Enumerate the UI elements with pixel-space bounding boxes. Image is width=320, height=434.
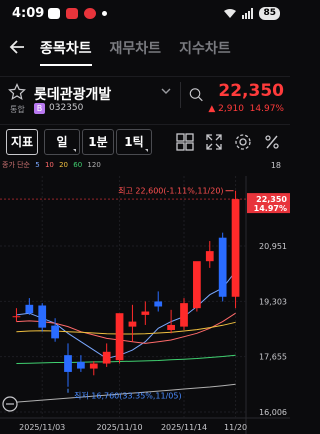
current-price: 22,350	[218, 81, 284, 101]
x-tick-label: 11/20	[224, 423, 247, 432]
period-minute-button[interactable]: 1분	[82, 129, 114, 155]
candle-body	[115, 313, 124, 361]
battery-icon: 85	[259, 7, 280, 20]
tab-stock-chart[interactable]: 종목차트	[40, 38, 92, 66]
ma-legend-120: 120	[87, 161, 101, 169]
layout-grid-icon[interactable]	[175, 132, 195, 152]
x-tick-label: 2025/11/10	[97, 423, 143, 432]
favorite-star-icon[interactable]	[8, 83, 26, 101]
stock-header: 롯데관광개발 통합 B 032350 22,350 ▲ 2,910 14.97%	[0, 76, 290, 120]
ma-legend-5: 5	[35, 161, 40, 169]
candle-body	[218, 237, 227, 297]
price-change: ▲ 2,910 14.97%	[208, 104, 284, 114]
candle-body	[167, 324, 175, 330]
candle-body	[128, 321, 137, 327]
candle-body	[205, 251, 214, 262]
candle-body	[193, 261, 201, 309]
notification-icons	[48, 8, 107, 19]
candle-body	[180, 303, 188, 327]
chart-toolbar: 지표 일 1분 1틱	[0, 124, 290, 158]
price-change-pct: 14.97%	[249, 104, 284, 114]
x-tick-label: 2025/11/14	[161, 423, 207, 432]
candle-count: 18	[270, 161, 281, 170]
candle-body	[51, 325, 59, 339]
candle-body	[89, 363, 98, 369]
fullscreen-icon[interactable]	[204, 132, 224, 152]
candle-body	[102, 351, 111, 364]
ma-legend-60: 60	[73, 161, 83, 169]
dot-icon	[102, 11, 107, 16]
message-icon	[48, 8, 60, 19]
candlestick-chart[interactable]: 20,951 19,303 17,655 16,006 최고 22,600(-1.11%…	[0, 176, 290, 434]
market-badge: B	[34, 103, 45, 114]
stock-code: 032350	[49, 103, 84, 113]
signal-icon	[242, 8, 254, 19]
back-arrow-icon[interactable]	[6, 36, 28, 58]
candle-body	[12, 316, 21, 318]
dropdown-caret-icon	[73, 149, 76, 152]
app-notification-icon-2	[84, 8, 96, 19]
top-navigation: 종목차트 재무차트 지수차트	[0, 32, 290, 66]
y-tick-label: 19,303	[259, 297, 287, 306]
chart-tabs: 종목차트 재무차트 지수차트	[40, 38, 231, 66]
candle-body	[77, 361, 85, 369]
period-day-button[interactable]: 일	[44, 129, 80, 155]
indicator-button[interactable]: 지표	[6, 129, 38, 155]
status-time: 4:09	[12, 6, 45, 21]
status-bar: 4:09 85	[0, 0, 290, 28]
wifi-icon	[224, 9, 237, 18]
stock-name[interactable]: 롯데관광개발	[34, 84, 111, 104]
ma-legend-20: 20	[59, 161, 69, 169]
period-tick-button[interactable]: 1틱	[116, 129, 152, 155]
price-tag-value: 22,350	[256, 195, 287, 204]
y-tick-label: 16,006	[259, 408, 287, 417]
tab-index-chart[interactable]: 지수차트	[179, 38, 231, 66]
price-tag-pct: 14.97%	[254, 204, 287, 213]
chart-canvas[interactable]: 20,951 19,303 17,655 16,006 최고 22,600(-1.11%…	[0, 176, 290, 434]
high-annotation: 최고 22,600(-1.11%,11/20)	[118, 186, 223, 196]
ma-line-5	[16, 270, 236, 360]
chevron-down-icon[interactable]	[160, 86, 172, 96]
tab-financial-chart[interactable]: 재무차트	[110, 38, 162, 66]
moving-average-legend: 종가 단순 5 10 20 60 120 18	[0, 160, 290, 176]
market-label: 통합	[10, 105, 25, 114]
percent-icon[interactable]	[262, 132, 282, 152]
y-tick-label: 17,655	[259, 353, 287, 362]
candle-body	[231, 199, 240, 297]
x-tick-label: 2025/11/03	[19, 423, 65, 432]
settings-gear-icon[interactable]	[233, 132, 253, 152]
candle-body	[38, 305, 47, 328]
ma-legend-10: 10	[44, 161, 54, 169]
candle-body	[141, 311, 150, 315]
search-icon[interactable]	[180, 82, 206, 108]
price-change-amount: ▲ 2,910	[208, 104, 244, 114]
y-tick-label: 20,951	[259, 242, 287, 251]
candle-body	[64, 355, 72, 372]
low-annotation: 최저 16,760(33.35%,11/05)	[74, 391, 182, 401]
ma-line-20	[16, 321, 236, 335]
status-right: 85	[223, 7, 280, 20]
candle-body	[154, 301, 163, 307]
candle-body	[25, 304, 34, 314]
app-notification-icon	[66, 8, 78, 19]
ma-legend-label: 종가 단순	[2, 161, 30, 169]
period-tick-label: 1틱	[124, 135, 144, 149]
period-day-label: 일	[56, 135, 68, 149]
dropdown-caret-icon	[145, 149, 148, 152]
